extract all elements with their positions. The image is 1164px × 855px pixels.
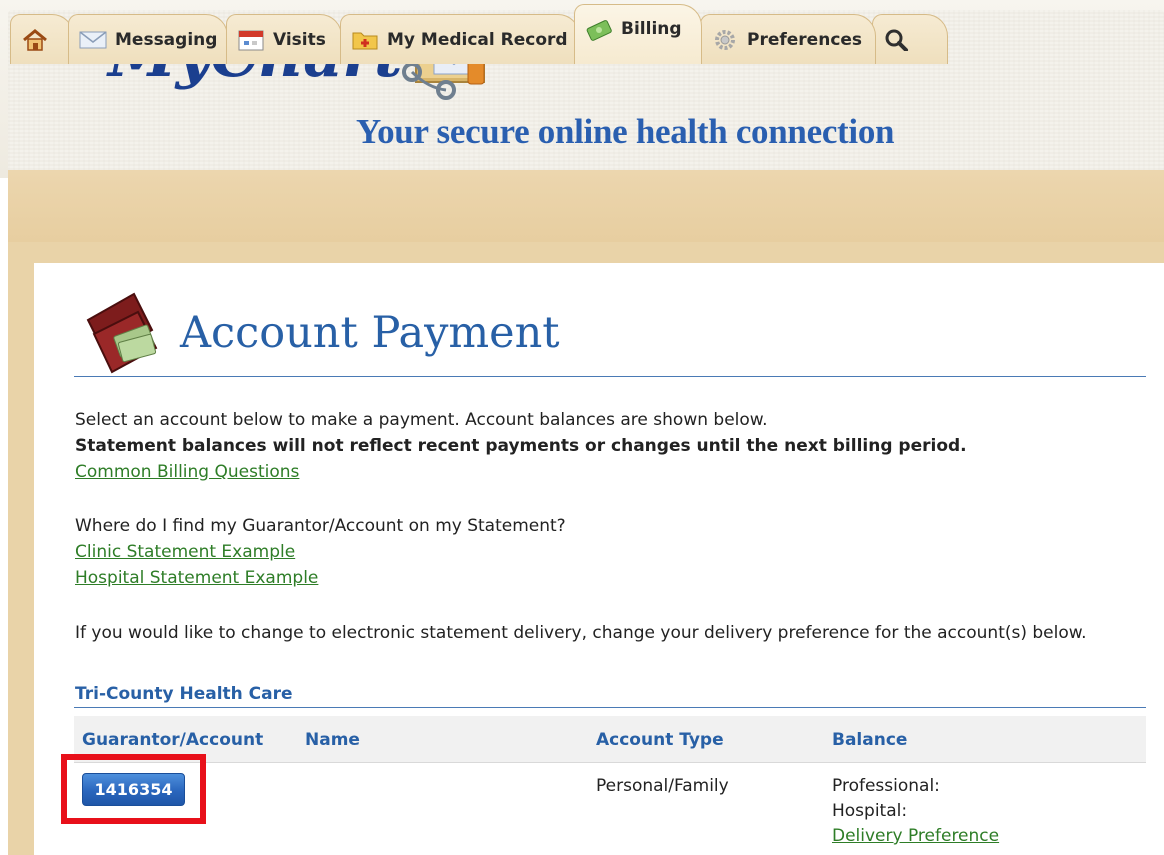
- hospital-statement-example-link[interactable]: Hospital Statement Example: [75, 568, 318, 588]
- electronic-delivery-note: If you would like to change to electroni…: [75, 623, 1087, 643]
- statement-notice: Statement balances will not reflect rece…: [75, 436, 967, 456]
- tab-billing[interactable]: Billing: [574, 4, 702, 64]
- column-header-guarantor-account: Guarantor/Account: [82, 730, 264, 750]
- delivery-preference-link[interactable]: Delivery Preference: [832, 826, 999, 846]
- home-icon: [23, 28, 47, 51]
- common-billing-questions-link[interactable]: Common Billing Questions: [75, 462, 299, 482]
- envelope-icon: [79, 30, 107, 48]
- section-divider: [74, 707, 1146, 708]
- tab-label-visits: Visits: [273, 29, 326, 50]
- title-divider: [74, 376, 1146, 377]
- tab-label-preferences: Preferences: [747, 29, 863, 50]
- column-header-name: Name: [305, 730, 360, 750]
- header-tagline: Your secure online health connection: [356, 112, 895, 151]
- account-number-button[interactable]: 1416354: [82, 773, 185, 806]
- column-header-account-type: Account Type: [596, 730, 724, 750]
- balance-professional-label: Professional:: [832, 776, 940, 796]
- wallet-icon: [86, 292, 158, 374]
- gear-icon: [715, 29, 735, 50]
- tab-my-medical-record[interactable]: My Medical Record: [340, 14, 580, 64]
- tab-home[interactable]: [10, 14, 74, 64]
- search-icon: [885, 29, 908, 51]
- tab-visits[interactable]: Visits: [226, 14, 342, 64]
- intro-text: Select an account below to make a paymen…: [75, 410, 768, 430]
- where-find-account-text: Where do I find my Guarantor/Account on …: [75, 516, 566, 536]
- main-tab-bar: [8, 170, 1164, 242]
- tab-label-my-medical-record: My Medical Record: [387, 29, 568, 50]
- table-row-divider: [74, 762, 1146, 763]
- tab-label-messaging: Messaging: [115, 29, 218, 50]
- balance-hospital-label: Hospital:: [832, 801, 908, 821]
- organization-title: Tri-County Health Care: [75, 684, 293, 704]
- tab-messaging[interactable]: Messaging: [68, 14, 228, 64]
- tab-search[interactable]: [872, 14, 948, 64]
- calendar-icon: [238, 30, 264, 50]
- column-header-balance: Balance: [832, 730, 908, 750]
- tab-preferences[interactable]: Preferences: [700, 14, 876, 64]
- account-type-cell: Personal/Family: [596, 776, 729, 796]
- tab-label-billing: Billing: [621, 19, 682, 39]
- page-title: Account Payment: [180, 308, 560, 358]
- money-icon: [586, 20, 612, 41]
- medical-folder-icon: [352, 32, 378, 49]
- clinic-statement-example-link[interactable]: Clinic Statement Example: [75, 542, 295, 562]
